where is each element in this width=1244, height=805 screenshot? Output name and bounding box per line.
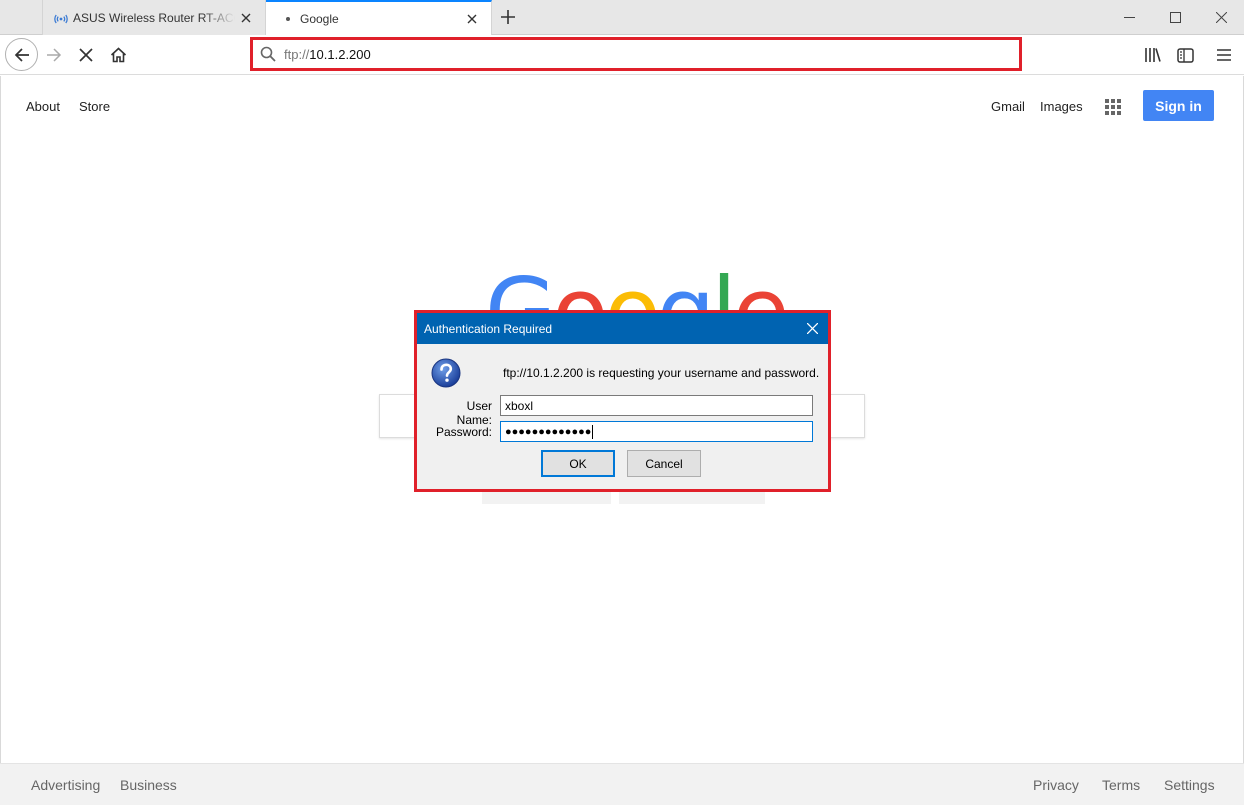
business-link[interactable]: Business: [120, 777, 177, 793]
tab-bar: ASUS Wireless Router RT-AC68U Google: [0, 0, 1244, 36]
ok-button[interactable]: OK: [541, 450, 615, 477]
library-button[interactable]: [1143, 45, 1163, 65]
advertising-link[interactable]: Advertising: [31, 777, 100, 793]
close-icon: [1215, 12, 1227, 23]
stop-loading-button[interactable]: [76, 46, 96, 64]
password-value: ●●●●●●●●●●●●●: [505, 425, 592, 438]
settings-link[interactable]: Settings: [1164, 777, 1215, 793]
forward-button[interactable]: [44, 46, 64, 64]
about-link[interactable]: About: [26, 99, 60, 114]
question-icon: [431, 358, 461, 388]
maximize-icon: [1169, 12, 1181, 23]
sign-in-button[interactable]: Sign in: [1143, 90, 1214, 121]
home-icon: [110, 47, 126, 63]
close-tab-icon[interactable]: [235, 7, 257, 29]
url-text: ftp://10.1.2.200: [284, 46, 371, 62]
maximize-button[interactable]: [1152, 0, 1198, 35]
search-icon: [260, 46, 276, 62]
close-tab-icon[interactable]: [461, 8, 483, 30]
username-label: User Name:: [456, 399, 492, 427]
username-field[interactable]: xboxl: [500, 395, 813, 416]
minimize-button[interactable]: [1106, 0, 1152, 35]
navigation-toolbar: ftp://10.1.2.200: [0, 35, 1244, 75]
minimize-icon: [1123, 17, 1135, 18]
text-caret: [592, 424, 594, 439]
close-window-button[interactable]: [1198, 0, 1244, 35]
sidebar-button[interactable]: [1175, 45, 1195, 65]
arrow-left-icon: [14, 47, 29, 62]
privacy-link[interactable]: Privacy: [1033, 777, 1079, 793]
google-apps-icon[interactable]: [1105, 99, 1121, 115]
gmail-link[interactable]: Gmail: [991, 99, 1025, 114]
tab-title: Google: [300, 12, 339, 26]
tab-asus-router[interactable]: ASUS Wireless Router RT-AC68U: [42, 0, 266, 35]
arrow-right-icon: [47, 48, 62, 62]
loading-dot-icon: [286, 17, 290, 21]
google-footer: Advertising Business Privacy Terms Setti…: [0, 763, 1244, 805]
password-field[interactable]: ●●●●●●●●●●●●●: [500, 421, 813, 442]
new-tab-button[interactable]: [496, 5, 520, 29]
sidebar-icon: [1176, 47, 1194, 63]
cancel-button[interactable]: Cancel: [627, 450, 701, 477]
images-link[interactable]: Images: [1040, 99, 1083, 114]
plus-icon: [501, 10, 515, 24]
store-link[interactable]: Store: [79, 99, 110, 114]
hamburger-menu-icon: [1217, 49, 1231, 61]
dialog-title-bar[interactable]: Authentication Required: [417, 313, 828, 344]
tab-title: ASUS Wireless Router RT-AC68U: [73, 10, 235, 25]
tab-google[interactable]: Google: [266, 0, 492, 36]
dialog-close-button[interactable]: [803, 319, 821, 337]
username-value: xboxl: [505, 398, 534, 413]
dialog-message: ftp://10.1.2.200 is requesting your user…: [503, 366, 820, 380]
menu-button[interactable]: [1214, 45, 1234, 65]
back-button[interactable]: [5, 38, 38, 71]
router-wifi-icon: [53, 10, 69, 26]
authentication-dialog: Authentication Required ftp://10.1.2.200…: [414, 310, 831, 492]
stop-icon: [79, 48, 93, 62]
close-icon: [806, 322, 818, 334]
terms-link[interactable]: Terms: [1102, 777, 1140, 793]
home-button[interactable]: [108, 45, 128, 65]
dialog-title: Authentication Required: [424, 321, 553, 336]
library-icon: [1145, 48, 1161, 62]
password-label: Password:: [435, 425, 492, 439]
url-bar[interactable]: ftp://10.1.2.200: [250, 37, 1022, 71]
